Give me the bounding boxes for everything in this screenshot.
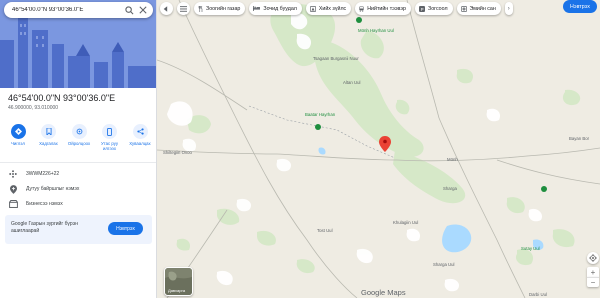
promo-text: Google Газрын зургийг бүрэн ашиглаарай (11, 221, 79, 234)
share-icon (136, 128, 144, 135)
place-coordinates: 46.900000, 93.010000 (8, 105, 59, 111)
map-label: Khulagiin Uul (393, 220, 419, 225)
google-maps-logo: Google Maps (361, 288, 406, 297)
action-label: Ойролцоох (67, 141, 91, 146)
close-icon[interactable] (136, 3, 150, 17)
nearby-icon (76, 128, 82, 135)
directions-button[interactable]: Чиглэл (4, 124, 32, 158)
zoom-out-button[interactable]: − (587, 277, 599, 287)
menu-button[interactable] (177, 2, 190, 15)
search-input[interactable]: 46°54'00.0"N 93°00'36.0"E (12, 7, 122, 13)
search-icon[interactable] (122, 3, 136, 17)
category-chip-bar: Зоогийн газар Зочид буудал Хийх зүйлс Ни… (160, 2, 513, 15)
plus-icon: + (590, 267, 596, 277)
add-business-text: Бизнесээ нэмэх (26, 201, 63, 207)
hotel-icon (253, 6, 261, 11)
layers-button[interactable]: Давхарга (164, 267, 193, 296)
sign-in-button[interactable]: Нэвтрэх (563, 0, 597, 13)
chip-label: Эмийн сан (469, 5, 496, 12)
layers-label: Давхарга (168, 288, 186, 293)
map-label: Tost Uul (317, 228, 333, 233)
phone-icon (107, 127, 112, 136)
map-canvas[interactable]: Tsagaan Burgasnii Nuur Altan Uul Baatar … (157, 0, 600, 298)
save-button[interactable]: Хадгалах (35, 124, 63, 158)
map-label: Sutay Uul (521, 246, 540, 251)
plus-code-text: 3WWM226+22 (26, 171, 60, 177)
map-label: Mönh (447, 157, 458, 162)
map-label: Shiltegiin Ovoo (163, 150, 192, 155)
chip-pharmacy[interactable]: Эмийн сан (456, 2, 501, 15)
action-label: Хуваалцах (129, 141, 151, 146)
send-to-phone-button[interactable]: Утас руу илгээх (96, 124, 124, 158)
share-button[interactable]: Хуваалцах (126, 124, 154, 158)
chip-transit[interactable]: Нийтийн тээвэр (355, 2, 411, 15)
map-label: Tsagaan Burgasnii Nuur (313, 56, 359, 61)
collapse-arrow-icon (163, 5, 168, 12)
plus-code-icon (8, 169, 18, 179)
map-terrain (157, 0, 600, 298)
action-label: Хадгалах (39, 141, 58, 146)
map-label: Darbi Uul (529, 292, 547, 297)
chip-label: Хийх зүйлс (318, 5, 347, 12)
map-label: Baatar Hayrhan (305, 112, 336, 117)
business-icon (8, 199, 18, 209)
collapse-panel-button[interactable] (160, 2, 173, 15)
promo-sign-in-button[interactable]: Нэвтрэх (108, 222, 143, 235)
action-bar: Чиглэл Хадгалах Ойролцоох Утас руу илгээ… (4, 124, 154, 158)
map-label: Altan Uul (343, 80, 361, 85)
map-label: Sharga Uul (433, 262, 455, 267)
add-place-icon (8, 184, 18, 194)
chip-things-to-do[interactable]: Хийх зүйлс (305, 2, 352, 15)
sign-in-promo-card: Google Газрын зургийг бүрэн ашиглаарай Н… (5, 215, 152, 244)
transit-icon (359, 6, 364, 12)
add-missing-place-row[interactable]: Дутуу байршлыг нэмэх (8, 184, 79, 194)
zoom-in-button[interactable]: + (587, 267, 599, 277)
action-label: Чиглэл (11, 141, 25, 146)
location-pin-icon (379, 136, 391, 152)
svg-text:P: P (421, 6, 424, 11)
chip-label: Зогсоол (428, 5, 448, 12)
chip-restaurants[interactable]: Зоогийн газар (194, 2, 246, 15)
minus-icon: − (590, 278, 596, 287)
map-label: Bayan Bor (569, 136, 590, 141)
map-label: Mönh Hayrhan Uul (358, 28, 394, 33)
divider (0, 162, 156, 163)
chip-label: Нийтийн тээвэр (367, 5, 406, 12)
my-location-icon (589, 254, 597, 262)
chip-label: Зочид буудал (263, 5, 297, 12)
directions-icon (14, 128, 22, 135)
restaurant-icon (198, 5, 203, 12)
bookmark-icon (45, 128, 52, 135)
menu-icon (180, 5, 187, 12)
things-icon (309, 5, 316, 12)
more-chips-button[interactable]: › (504, 2, 513, 15)
nearby-button[interactable]: Ойролцоох (65, 124, 93, 158)
add-business-row[interactable]: Бизнесээ нэмэх (8, 199, 63, 209)
plus-code-row[interactable]: 3WWM226+22 (8, 169, 59, 179)
chip-label: Зоогийн газар (206, 5, 241, 12)
pharmacy-icon (460, 5, 467, 12)
chip-parking[interactable]: P Зогсоол (415, 2, 453, 15)
action-label: Утас руу илгээх (100, 141, 119, 151)
search-box[interactable]: 46°54'00.0"N 93°00'36.0"E (4, 2, 153, 18)
add-missing-place-text: Дутуу байршлыг нэмэх (26, 186, 80, 192)
chip-hotels[interactable]: Зочид буудал (249, 2, 302, 15)
place-title: 46°54'00.0"N 93°00'36.0"E (8, 93, 116, 103)
parking-icon: P (419, 5, 425, 12)
place-panel: 46°54'00.0"N 93°00'36.0"E 46°54'00.0"N 9… (0, 0, 157, 298)
map-label: Sharga (443, 186, 457, 191)
my-location-button[interactable] (587, 252, 599, 264)
chevron-right-icon: › (507, 5, 510, 12)
